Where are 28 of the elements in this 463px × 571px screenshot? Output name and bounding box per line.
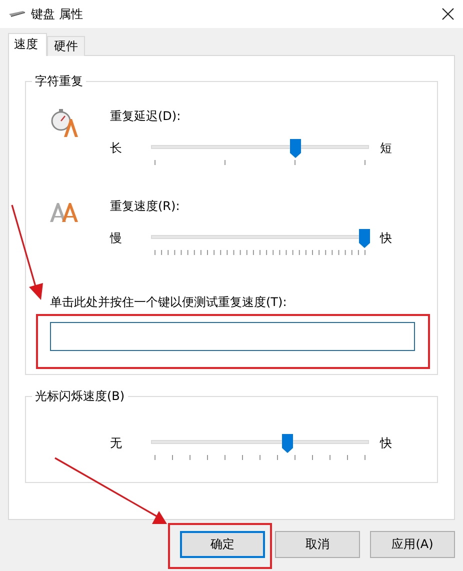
- max-label: 快: [380, 435, 392, 452]
- group-title: 光标闪烁速度(B): [34, 388, 126, 405]
- dialog-button[interactable]: 应用(A): [370, 531, 455, 558]
- slider-label: 重复速度(R):: [110, 198, 181, 214]
- max-label: 快: [380, 230, 392, 247]
- tab[interactable]: 硬件: [47, 36, 85, 56]
- tab[interactable]: 速度: [8, 33, 47, 56]
- max-label: 短: [380, 140, 392, 157]
- min-label: 无: [110, 435, 123, 452]
- double-letter-icon: [50, 202, 80, 222]
- input-field[interactable]: [50, 322, 415, 351]
- window-title: 键盘 属性: [31, 6, 83, 22]
- slider-thumb[interactable]: [359, 229, 370, 248]
- close-icon[interactable]: [442, 8, 454, 20]
- slider-label: 重复延迟(D):: [110, 108, 182, 124]
- slider[interactable]: [151, 139, 369, 158]
- stopwatch-letter-icon: [50, 108, 80, 138]
- keyboard-icon: [9, 10, 25, 18]
- slider-thumb[interactable]: [282, 434, 294, 453]
- group-title: 字符重复: [34, 73, 84, 90]
- slider[interactable]: [151, 434, 369, 453]
- dialog-button[interactable]: 确定: [180, 531, 265, 558]
- min-label: 长: [110, 140, 123, 157]
- dialog-button[interactable]: 取消: [275, 531, 360, 558]
- field-label: 单击此处并按住一个键以便测试重复速度(T):: [50, 294, 288, 310]
- min-label: 慢: [110, 230, 123, 247]
- slider-thumb[interactable]: [290, 139, 301, 158]
- slider[interactable]: [151, 229, 369, 248]
